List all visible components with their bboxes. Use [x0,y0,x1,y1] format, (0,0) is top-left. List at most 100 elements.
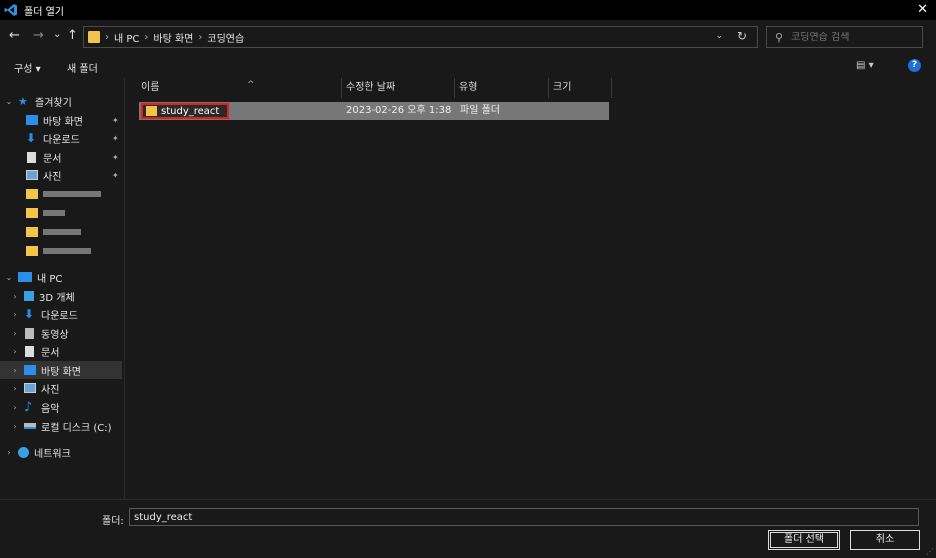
folder-icon [88,31,100,43]
search-input[interactable] [791,31,912,43]
pictures-icon [26,170,38,180]
chevron-right-icon: › [144,31,149,43]
blurred-label [43,191,101,197]
command-bar: 구성 ▾ 새 폴더 ▤ ▾ ? [0,54,936,78]
search-box[interactable]: ⚲ [766,26,923,48]
sidebar-item-blurred[interactable] [26,223,124,241]
column-header-modified[interactable]: 수정한 날짜 [342,78,455,98]
chevron-right-icon[interactable]: › [10,292,20,301]
sidebar-item-network[interactable]: › 네트워크 [4,443,124,461]
pin-icon: ✦ [112,133,119,143]
chevron-right-icon[interactable]: › [4,448,14,457]
breadcrumb-desktop[interactable]: 바탕 화면 [153,30,193,45]
resize-grip-icon[interactable]: ⋰ [926,547,934,556]
document-icon [27,151,36,163]
file-type: 파일 폴더 [460,105,500,116]
select-folder-button[interactable]: 폴더 선택 [768,530,840,550]
sidebar-item-this-pc[interactable]: ⌄ 내 PC [4,268,124,286]
sidebar-item-quick-desktop[interactable]: 바탕 화면 ✦ [22,111,124,129]
chevron-right-icon[interactable]: › [10,329,20,338]
pin-icon: ✦ [112,170,119,180]
sidebar-item-label: 바탕 화면 [41,366,81,378]
videos-icon [25,327,34,339]
desktop-icon [26,115,38,125]
cancel-button[interactable]: 취소 [850,530,920,550]
help-icon[interactable]: ? [908,59,921,72]
drive-icon [24,423,36,429]
chevron-right-icon[interactable]: › [10,403,20,412]
chevron-right-icon[interactable]: › [10,310,20,319]
chevron-down-icon[interactable]: ⌄ [715,31,723,41]
sidebar-item-label: 즐겨찾기 [35,97,72,109]
sidebar-item-label: 음악 [41,403,60,415]
pin-icon: ✦ [112,115,119,125]
window-title: 폴더 열기 [24,6,64,18]
computer-icon [18,272,32,282]
chevron-right-icon[interactable]: › [10,347,20,356]
chevron-right-icon[interactable]: › [10,422,20,431]
sidebar-item-downloads[interactable]: › ⬇ 다운로드 [10,305,124,323]
folder-icon [26,246,38,256]
blurred-label [43,229,81,235]
blurred-label [43,248,91,254]
sidebar-item-blurred[interactable] [26,185,124,203]
folder-icon [26,227,38,237]
chevron-down-icon[interactable]: ⌄ [4,97,14,106]
sidebar-item-label: 동영상 [41,329,69,341]
folder-label: 폴더: [102,516,124,527]
star-icon: ★ [18,94,28,108]
recent-locations-icon[interactable]: ⌄ [53,29,61,40]
back-arrow-icon[interactable]: ← [9,28,20,43]
close-icon[interactable]: ✕ [917,2,928,17]
view-options-icon[interactable]: ▤ ▾ [856,60,874,71]
sidebar-item-label: 사진 [41,384,60,396]
forward-arrow-icon[interactable]: → [33,28,44,43]
sidebar-item-quick-documents[interactable]: 문서 ✦ [22,148,124,166]
dialog-footer: 폴더: 폴더 선택 취소 ⋰ [0,499,936,558]
sidebar-item-label: 바탕 화면 [43,116,83,128]
file-modified: 2023-02-26 오후 1:38 [346,105,452,116]
sidebar-item-label: 로컬 디스크 (C:) [41,422,112,434]
breadcrumb-current[interactable]: 코딩연습 [207,30,244,45]
column-header-name[interactable]: 이름 ^ [137,78,342,98]
sidebar-item-label: 다운로드 [43,134,80,146]
sidebar-item-blurred[interactable] [26,242,124,260]
sort-ascending-icon: ^ [247,80,255,90]
sidebar-item-blurred[interactable] [26,204,124,222]
search-icon: ⚲ [775,30,784,44]
sidebar-item-music[interactable]: › ♪ 음악 [10,398,124,416]
download-icon: ⬇ [26,131,37,145]
table-row[interactable]: study_react 2023-02-26 오후 1:38 파일 폴더 [139,102,609,120]
sidebar-item-quick-access[interactable]: ⌄ ★ 즐겨찾기 [4,92,124,110]
sidebar-item-quick-downloads[interactable]: ⬇ 다운로드 ✦ [22,129,124,147]
column-header-size[interactable]: 크기 [549,78,612,98]
title-bar: 폴더 열기 ✕ [0,0,936,20]
folder-icon [26,189,38,199]
sidebar-item-videos[interactable]: › 동영상 [10,324,124,342]
organize-button[interactable]: 구성 ▾ [14,60,41,75]
chevron-down-icon[interactable]: ⌄ [4,273,14,282]
refresh-icon[interactable]: ↻ [737,29,747,43]
network-icon [18,446,29,458]
up-arrow-icon[interactable]: ↑ [67,28,78,43]
sidebar-item-quick-pictures[interactable]: 사진 ✦ [22,166,124,184]
3d-objects-icon [24,291,34,301]
address-bar[interactable]: › 내 PC › 바탕 화면 › 코딩연습 ⌄ ↻ [83,26,758,48]
sidebar-item-pictures[interactable]: › 사진 [10,379,124,397]
sidebar-item-3d-objects[interactable]: › 3D 개체 [10,287,124,305]
breadcrumb-this-pc[interactable]: 내 PC [114,30,139,45]
chevron-right-icon[interactable]: › [10,384,20,393]
file-name-cell[interactable]: study_react [141,103,230,119]
new-folder-button[interactable]: 새 폴더 [67,60,98,75]
folder-name-input[interactable] [129,508,919,526]
file-list[interactable]: 이름 ^ 수정한 날짜 유형 크기 study_react 2023-02-26… [124,78,936,499]
chevron-right-icon: › [198,31,203,43]
chevron-right-icon[interactable]: › [10,366,20,375]
chevron-right-icon: › [105,31,109,43]
sidebar-item-desktop[interactable]: › 바탕 화면 [0,361,122,379]
column-header-type[interactable]: 유형 [455,78,549,98]
music-icon: ♪ [24,399,33,415]
sidebar-item-documents[interactable]: › 문서 [10,342,124,360]
sidebar-item-local-disk[interactable]: › 로컬 디스크 (C:) [10,417,124,435]
folder-icon [146,106,157,116]
